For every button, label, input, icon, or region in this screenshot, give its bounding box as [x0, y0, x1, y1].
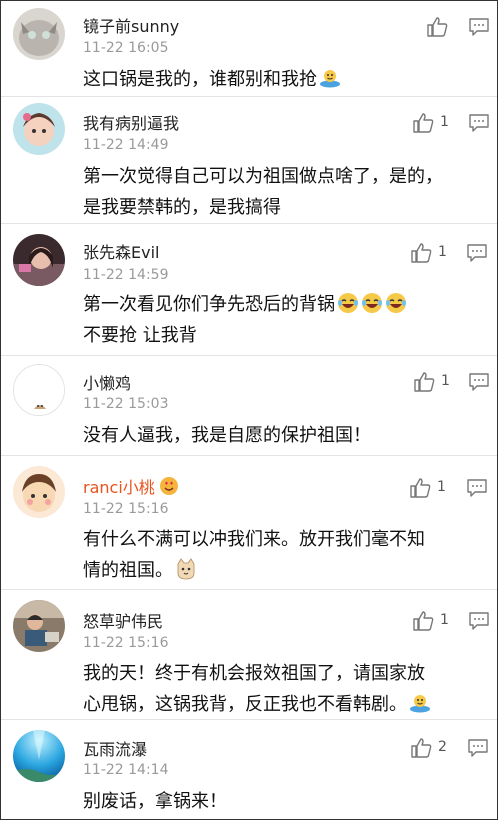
reply-icon[interactable]: [468, 113, 490, 133]
like-icon[interactable]: [412, 112, 434, 134]
like-icon[interactable]: [410, 242, 432, 264]
like-count: 1: [441, 373, 450, 389]
reply-icon[interactable]: [468, 17, 490, 37]
comment-item: ranci小桃 11-22 15:16 有什么不满可以冲我们来。放开我们毫不知 …: [1, 456, 497, 590]
comment-text: 第一次看见你们争先恐后的背锅 不要抢 让我背: [83, 289, 463, 351]
like-icon[interactable]: [426, 16, 448, 38]
avatar[interactable]: [13, 8, 65, 60]
comment-text: 我的天！终于有机会报效祖国了，请国家放 心甩锅，这锅我背，反正我也不看韩剧。: [83, 658, 463, 720]
avatar[interactable]: [13, 364, 65, 416]
username[interactable]: 张先森Evil: [83, 239, 159, 263]
timestamp: 11-22 14:49: [83, 137, 169, 153]
like-count: 1: [440, 114, 449, 130]
laugh-cry-emoji: [337, 292, 359, 314]
username[interactable]: 小懒鸡: [83, 370, 131, 394]
timestamp: 11-22 15:16: [83, 635, 169, 651]
carry-pot-emoji: [409, 692, 431, 714]
comment-text-line-2: 情的祖国。: [83, 560, 173, 581]
like-icon[interactable]: [413, 371, 435, 393]
comment-text: 第一次觉得自己可以为祖国做点啥了，是的，是我要禁韩的，是我搞得: [83, 166, 443, 218]
avatar[interactable]: [13, 730, 65, 782]
like-icon[interactable]: [410, 737, 432, 759]
comment-text: 有什么不满可以冲我们来。放开我们毫不知 情的祖国。: [83, 524, 463, 586]
comment-text-line-1: 我的天！终于有机会报效祖国了，请国家放: [83, 663, 425, 684]
username[interactable]: 我有病别逼我: [83, 110, 179, 134]
avatar[interactable]: [13, 466, 65, 518]
reply-icon[interactable]: [468, 372, 490, 392]
cat-emoji: [175, 558, 197, 580]
reply-icon[interactable]: [466, 478, 488, 498]
comment-text-line-1: 有什么不满可以冲我们来。放开我们毫不知: [83, 529, 425, 550]
comment-item: 小懒鸡 11-22 15:03 没有人逼我，我是自愿的保护祖国！ 1: [1, 356, 497, 456]
username-text: ranci小桃: [83, 478, 155, 497]
comment-item: 瓦雨流瀑 11-22 14:14 别废话，拿锅来！ 2: [1, 720, 497, 819]
comment-text: 没有人逼我，我是自愿的保护祖国！: [83, 425, 371, 446]
comment-text-line-2: 不要抢 让我背: [83, 325, 197, 346]
timestamp: 11-22 15:16: [83, 501, 169, 517]
comment-text: 别废话，拿锅来！: [83, 791, 227, 812]
comment-item: 张先森Evil 11-22 14:59 第一次看见你们争先恐后的背锅 不要抢 让…: [1, 224, 497, 356]
comment-text-line-1: 第一次看见你们争先恐后的背锅: [83, 294, 335, 315]
timestamp: 11-22 16:05: [83, 40, 169, 56]
comment-text-content: 这口锅是我的，谁都别和我抢: [83, 69, 317, 90]
username[interactable]: 瓦雨流瀑: [83, 736, 147, 760]
reply-icon[interactable]: [466, 243, 488, 263]
timestamp: 11-22 14:14: [83, 762, 169, 778]
timestamp: 11-22 15:03: [83, 396, 169, 412]
laugh-cry-emoji: [361, 292, 383, 314]
reply-icon[interactable]: [468, 611, 490, 631]
avatar[interactable]: [13, 103, 65, 155]
comment-item: 怒草驴伟民 11-22 15:16 我的天！终于有机会报效祖国了，请国家放 心甩…: [1, 590, 497, 720]
avatar[interactable]: [13, 600, 65, 652]
heart-eyes-badge: [159, 477, 178, 495]
username[interactable]: ranci小桃: [83, 474, 179, 498]
username[interactable]: 怒草驴伟民: [83, 608, 163, 632]
timestamp: 11-22 14:59: [83, 267, 169, 283]
laugh-cry-emoji: [385, 292, 407, 314]
comment-text-line-2: 心甩锅，这锅我背，反正我也不看韩剧。: [83, 694, 407, 715]
comment-text: 这口锅是我的，谁都别和我抢: [83, 64, 463, 95]
like-count: 2: [438, 739, 447, 755]
like-count: 1: [437, 479, 446, 495]
avatar[interactable]: [13, 234, 65, 286]
like-count: 1: [438, 244, 447, 260]
username[interactable]: 镜子前sunny: [83, 13, 179, 37]
comment-item: 镜子前sunny 11-22 16:05 这口锅是我的，谁都别和我抢: [1, 0, 497, 97]
like-icon[interactable]: [412, 610, 434, 632]
like-icon[interactable]: [409, 477, 431, 499]
like-count: 1: [440, 612, 449, 628]
comment-item: 我有病别逼我 11-22 14:49 第一次觉得自己可以为祖国做点啥了，是的，是…: [1, 97, 497, 224]
reply-icon[interactable]: [467, 738, 489, 758]
carry-pot-emoji: [319, 67, 341, 89]
